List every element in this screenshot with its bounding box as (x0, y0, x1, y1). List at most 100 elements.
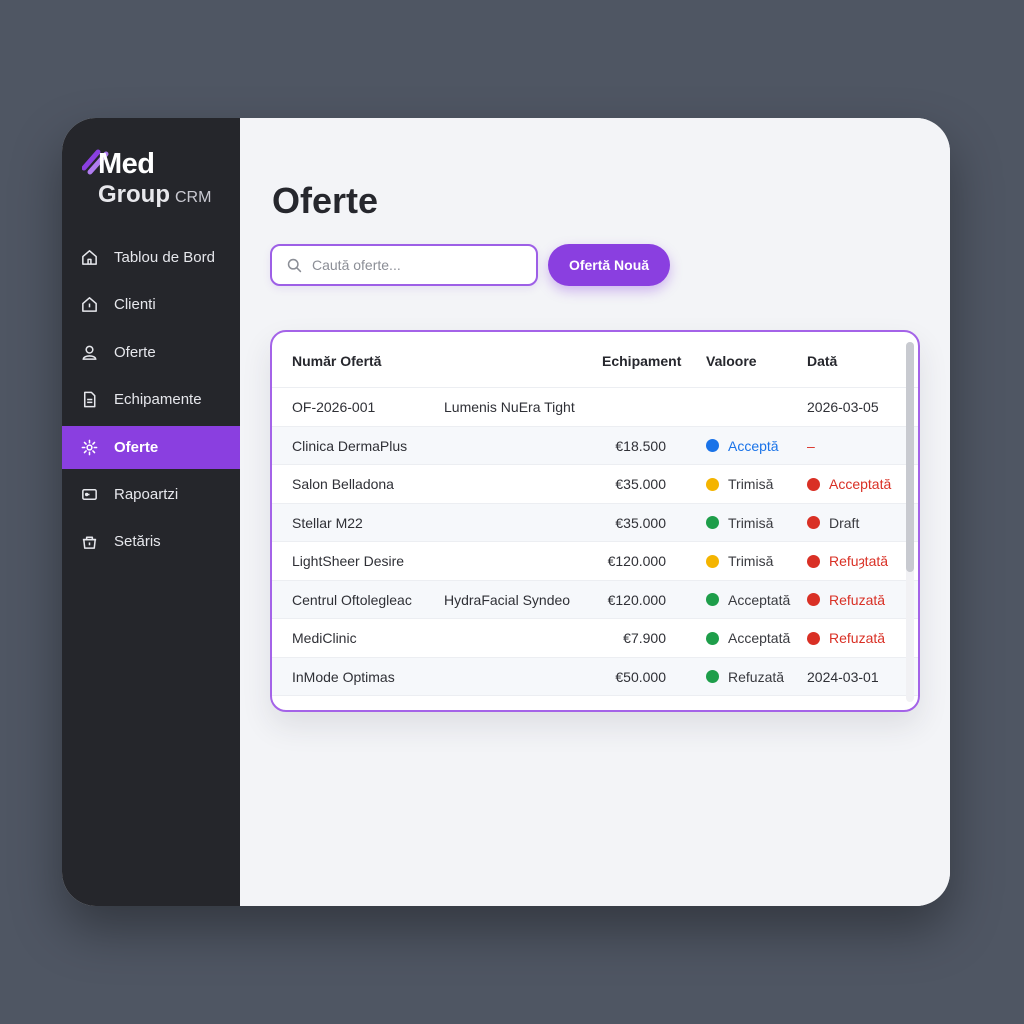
cell-value: €50.000 (615, 669, 666, 685)
sidebar-item-label: Tablou de Bord (114, 249, 215, 266)
cell-value: €35.000 (615, 515, 666, 531)
cell-status: Trimisă (706, 515, 773, 531)
cell-date-text: Acceptată (829, 476, 892, 492)
brand-subname: Group CRM (98, 181, 211, 209)
sidebar-nav: Tablou de Bord Clienti Oferte Echipament… (62, 236, 240, 568)
cell-date-text: 2026-03-05 (807, 399, 879, 415)
table-row[interactable]: Salon Belladona €35.000 Trimisă Acceptată (272, 465, 918, 504)
brand-suffix: CRM (175, 189, 212, 206)
cell-status-text: Acceptată (728, 630, 791, 646)
sidebar-item-label: Setăris (114, 533, 161, 551)
cell-date: 2024-03-01 (807, 669, 879, 685)
cell-offer-text: Clinica DermaPlus (292, 437, 408, 454)
app-window: Med Group CRM Tablou de Bord Clienti Ofe… (62, 118, 950, 906)
sidebar-item-label: Clienti (114, 296, 156, 314)
home-icon (82, 250, 97, 265)
status-dot (706, 554, 719, 568)
status-dot (706, 439, 719, 452)
building-icon (82, 297, 97, 313)
table-row[interactable]: OF-2026-001 Lumenis NuEra Tight 2026-03-05 (272, 388, 918, 427)
cell-value: €120.000 (608, 553, 666, 569)
sidebar-item-oferte-active[interactable]: Oferte (62, 425, 240, 469)
cell-status-text: Acceptă (728, 437, 779, 454)
cell-offer: LightSheer Desire (292, 553, 404, 569)
search-input[interactable] (312, 257, 512, 273)
cell-status: Acceptă (706, 438, 779, 454)
cell-status-text: Trimisă (728, 553, 774, 569)
cell-date: Refuȝtată (807, 553, 888, 569)
cell-status-text: Refuzată (728, 668, 785, 685)
cell-date: Draft (807, 515, 859, 531)
cell-value-text: €35.000 (615, 514, 666, 531)
scrollbar-thumb[interactable] (906, 342, 914, 572)
column-header[interactable]: Valoore (706, 353, 757, 369)
cell-offer-text: OF-2026-001 (292, 399, 376, 415)
status-dot (706, 477, 719, 491)
table-row[interactable]: Stellar M22 €35.000 Trimisă Draft (272, 503, 918, 542)
cell-offer-text: Centrul Oftolegleac (292, 591, 412, 608)
sidebar-item-label: Oferte (114, 438, 159, 456)
cell-offer-text: LightSheer Desire (292, 553, 405, 569)
sidebar-item-echipamente[interactable]: Echipamente (62, 378, 240, 421)
cell-date-text: Refuȝtată (829, 553, 889, 569)
settings-icon (82, 536, 97, 550)
cell-offer: Stellar M22 (292, 515, 363, 531)
cell-value: €18.500 (615, 438, 666, 454)
column-header[interactable]: Număr Ofertă (292, 353, 381, 369)
cell-value-text: €50.000 (615, 668, 666, 685)
cell-offer-text: Salon Belladona (292, 476, 394, 492)
cell-date: Acceptată (807, 476, 891, 492)
column-header[interactable]: Echipament (602, 353, 681, 369)
brand-group: Group (98, 181, 170, 208)
main-content: Oferte Ofertă Nouă Număr Ofertă Echipame… (240, 118, 950, 906)
table-row[interactable]: InMode Optimas €50.000 Refuzată 2024-03-01 (272, 657, 918, 696)
new-offer-button[interactable]: Ofertă Nouă (548, 244, 670, 286)
sidebar-item-clienti[interactable]: Clienti (62, 283, 240, 326)
cell-date-text: 2024-03-01 (807, 668, 879, 685)
cell-value-text: €7.900 (623, 630, 666, 646)
cell-status-text: Trimisă (728, 514, 774, 531)
cell-offer-text: MediClinic (292, 630, 357, 646)
cell-date: – (807, 438, 815, 454)
user-icon (82, 345, 97, 360)
sidebar-item-label: Rapoartzi (114, 485, 179, 503)
cell-status-text: Trimisă (728, 476, 774, 492)
status-dot (706, 631, 719, 645)
page-title: Oferte (272, 180, 379, 221)
cell-date: 2026-03-05 (807, 399, 879, 415)
cell-value-text: €18.500 (615, 437, 666, 454)
column-header[interactable]: Dată (807, 353, 837, 369)
table-row[interactable]: LightSheer Desire €120.000 Trimisă Refuȝtat… (272, 542, 918, 581)
cell-value: €7.900 (623, 630, 666, 646)
cell-date-text: – (807, 437, 815, 454)
status-dot (807, 593, 820, 606)
cell-offer: InMode Optimas (292, 669, 395, 685)
cell-offer-text: InMode Optimas (292, 668, 395, 685)
sidebar-item-oferte[interactable]: Oferte (62, 331, 240, 374)
table-row[interactable]: MediClinic €7.900 Acceptată Refuzată (272, 619, 918, 658)
table-row[interactable]: Clinica DermaPlus €18.500 Acceptă – (272, 426, 918, 465)
cell-status: Trimisă (706, 476, 773, 492)
status-dot (706, 516, 719, 529)
status-dot (807, 554, 820, 568)
sidebar-item-rapoartzi[interactable]: Rapoartzi (62, 473, 240, 516)
cell-status-text: Acceptată (728, 591, 791, 608)
search-box[interactable] (270, 244, 538, 286)
sparkle-icon (81, 439, 98, 455)
cell-value-text: €120.000 (607, 553, 666, 569)
brand-logo[interactable]: Med Group CRM (82, 148, 232, 218)
status-dot (807, 477, 820, 491)
cell-offer: Salon Belladona (292, 476, 394, 492)
table-row[interactable]: Centrul Oftolegleac HydraFacial Syndeo €12… (272, 580, 918, 619)
sidebar-item-tablou-de-bord[interactable]: Tablou de Bord (62, 236, 240, 279)
cell-date-text: Refuzată (829, 591, 886, 608)
brand-name: Med (98, 148, 155, 180)
sidebar-item-label: Oferte (114, 343, 156, 361)
status-dot (807, 631, 820, 645)
table-body: OF-2026-001 Lumenis NuEra Tight 2026-03-05… (272, 388, 918, 696)
cell-equipment: Lumenis NuEra Tight (444, 399, 575, 415)
table-header: Număr Ofertă Echipament Valoore Dată (272, 332, 918, 388)
cell-status: Refuzată (706, 669, 784, 685)
cell-value-text: €120.000 (607, 591, 666, 608)
sidebar-item-setaris[interactable]: Setăris (62, 520, 240, 563)
